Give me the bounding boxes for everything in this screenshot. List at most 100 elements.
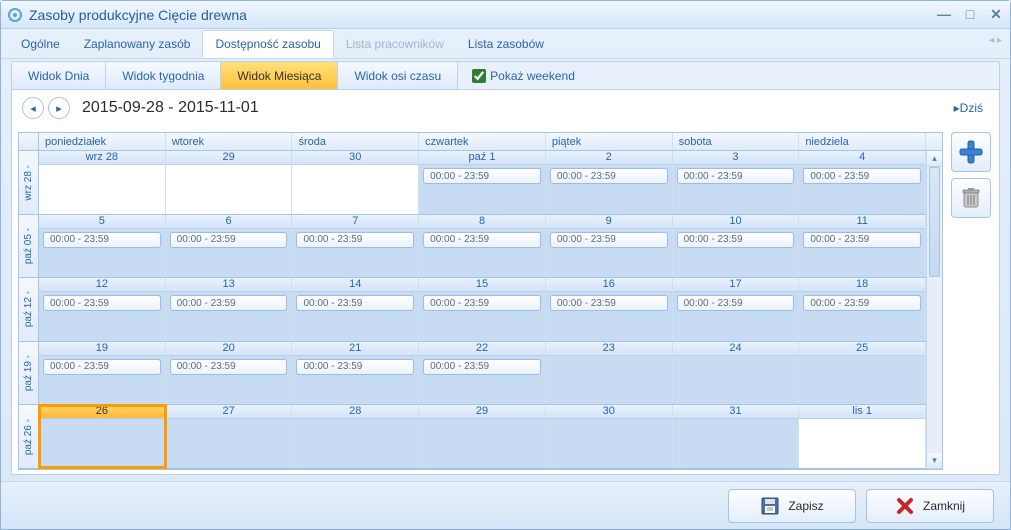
availability-event[interactable]: 00:00 - 23:59 [170, 295, 288, 311]
view-day[interactable]: Widok Dnia [12, 62, 106, 89]
availability-event[interactable]: 00:00 - 23:59 [677, 295, 795, 311]
view-timeline[interactable]: Widok osi czasu [338, 62, 458, 89]
availability-event[interactable]: 00:00 - 23:59 [550, 168, 668, 184]
day-number: paź 1 [419, 151, 545, 165]
availability-event[interactable]: 00:00 - 23:59 [43, 232, 161, 248]
day-cell[interactable]: 18 00:00 - 23:59 [799, 278, 926, 341]
day-cell[interactable]: 1100:00 - 23:59 [799, 215, 926, 278]
day-cell[interactable]: 25 [799, 342, 926, 405]
day-cell[interactable]: 30 [292, 151, 419, 214]
day-number: 26 [39, 405, 165, 419]
availability-event[interactable]: 00:00 - 23:59 [423, 295, 541, 311]
tab-general[interactable]: Ogólne [9, 31, 72, 57]
day-cell[interactable]: 23 [546, 342, 673, 405]
availability-event[interactable]: 00:00 - 23:59 [43, 295, 161, 311]
view-week[interactable]: Widok tygodnia [106, 62, 221, 89]
day-cell[interactable]: 400:00 - 23:59 [799, 151, 926, 214]
day-cell[interactable]: 500:00 - 23:59 [39, 215, 166, 278]
day-cell[interactable]: 800:00 - 23:59 [419, 215, 546, 278]
availability-event[interactable]: 00:00 - 23:59 [803, 168, 921, 184]
day-number: 7 [292, 215, 418, 229]
week-label: wrz 28 - [19, 151, 39, 214]
day-cell[interactable]: 26 [39, 405, 166, 468]
tab-availability[interactable]: Dostępność zasobu [202, 30, 333, 58]
scroll-down-icon[interactable]: ▾ [927, 453, 942, 469]
day-cell[interactable]: wrz 28 [39, 151, 166, 214]
weekend-checkbox-input[interactable] [472, 69, 486, 83]
availability-event[interactable]: 00:00 - 23:59 [296, 295, 414, 311]
delete-button[interactable] [951, 178, 991, 218]
day-number: 10 [673, 215, 799, 229]
day-cell[interactable]: 2200:00 - 23:59 [419, 342, 546, 405]
day-cell[interactable]: 9 00:00 - 23:59 [546, 215, 673, 278]
add-button[interactable] [951, 132, 991, 172]
save-button[interactable]: Zapisz [728, 489, 856, 523]
availability-event[interactable]: 00:00 - 23:59 [803, 295, 921, 311]
app-window: Zasoby produkcyjne Cięcie drewna — □ ✕ O… [0, 0, 1011, 530]
day-cell[interactable]: 28 [292, 405, 419, 468]
day-cell[interactable]: 27 [166, 405, 293, 468]
availability-event[interactable]: 00:00 - 23:59 [296, 359, 414, 375]
availability-event[interactable]: 00:00 - 23:59 [296, 232, 414, 248]
footer: Zapisz Zamknij [1, 481, 1010, 529]
day-cell[interactable]: 30 [546, 405, 673, 468]
day-cell[interactable]: 200:00 - 23:59 [546, 151, 673, 214]
tab-planned[interactable]: Zaplanowany zasób [72, 31, 203, 57]
availability-event[interactable]: 00:00 - 23:59 [43, 359, 161, 375]
day-number: 9 [546, 215, 672, 229]
day-number: 19 [39, 342, 165, 356]
view-month[interactable]: Widok Miesiąca [221, 62, 338, 89]
day-cell[interactable]: 31 [673, 405, 800, 468]
day-number: 16 [546, 278, 672, 292]
availability-event[interactable]: 00:00 - 23:59 [170, 232, 288, 248]
day-cell[interactable]: 15 00:00 - 23:59 [419, 278, 546, 341]
day-cell[interactable]: 24 [673, 342, 800, 405]
day-cell[interactable]: 1400:00 - 23:59 [292, 278, 419, 341]
main-tabstrip: Ogólne Zaplanowany zasób Dostępność zaso… [1, 29, 1010, 59]
day-number: 15 [419, 278, 545, 292]
day-cell[interactable]: 29 [166, 151, 293, 214]
day-number: 18 [799, 278, 925, 292]
availability-event[interactable]: 00:00 - 23:59 [803, 232, 921, 248]
availability-event[interactable]: 00:00 - 23:59 [677, 168, 795, 184]
day-cell[interactable]: 300:00 - 23:59 [673, 151, 800, 214]
next-period-button[interactable]: ▸ [48, 97, 70, 119]
day-cell[interactable]: 2100:00 - 23:59 [292, 342, 419, 405]
day-cell[interactable]: 1700:00 - 23:59 [673, 278, 800, 341]
day-number: 29 [166, 151, 292, 165]
scroll-up-icon[interactable]: ▴ [927, 151, 942, 167]
availability-event[interactable]: 00:00 - 23:59 [550, 232, 668, 248]
availability-event[interactable]: 00:00 - 23:59 [423, 168, 541, 184]
scroll-thumb[interactable] [929, 167, 940, 277]
availability-event[interactable]: 00:00 - 23:59 [550, 295, 668, 311]
day-cell[interactable]: 10 00:00 - 23:59 [673, 215, 800, 278]
availability-event[interactable]: 00:00 - 23:59 [423, 232, 541, 248]
day-cell[interactable]: 29 [419, 405, 546, 468]
day-cell[interactable]: 1200:00 - 23:59 [39, 278, 166, 341]
day-number: 24 [673, 342, 799, 356]
availability-event[interactable]: 00:00 - 23:59 [170, 359, 288, 375]
day-cell[interactable]: 20 00:00 - 23:59 [166, 342, 293, 405]
prev-period-button[interactable]: ◂ [22, 97, 44, 119]
weekend-checkbox[interactable]: Pokaż weekend [458, 69, 575, 83]
day-number: 20 [166, 342, 292, 356]
minimize-button[interactable]: — [936, 6, 952, 23]
day-cell[interactable]: 7 00:00 - 23:59 [292, 215, 419, 278]
day-cell[interactable]: paź 1 00:00 - 23:59 [419, 151, 546, 214]
day-cell[interactable]: lis 1 [799, 405, 926, 468]
day-cell[interactable]: 19 00:00 - 23:59 [39, 342, 166, 405]
maximize-button[interactable]: □ [962, 6, 978, 23]
day-number: 31 [673, 405, 799, 419]
day-cell[interactable]: 600:00 - 23:59 [166, 215, 293, 278]
close-button[interactable]: Zamknij [866, 489, 994, 523]
tab-resources[interactable]: Lista zasobów [456, 31, 556, 57]
availability-event[interactable]: 00:00 - 23:59 [423, 359, 541, 375]
calendar-week: paź 26 -262728293031lis 1 [19, 405, 926, 469]
close-window-button[interactable]: ✕ [988, 6, 1004, 23]
today-link[interactable]: ▸Dziś [954, 101, 989, 115]
availability-event[interactable]: 00:00 - 23:59 [677, 232, 795, 248]
day-cell[interactable]: 16 00:00 - 23:59 [546, 278, 673, 341]
tab-workers[interactable]: Lista pracowników [334, 31, 456, 57]
day-cell[interactable]: 1300:00 - 23:59 [166, 278, 293, 341]
calendar-scrollbar[interactable]: ▴ ▾ [926, 151, 942, 469]
